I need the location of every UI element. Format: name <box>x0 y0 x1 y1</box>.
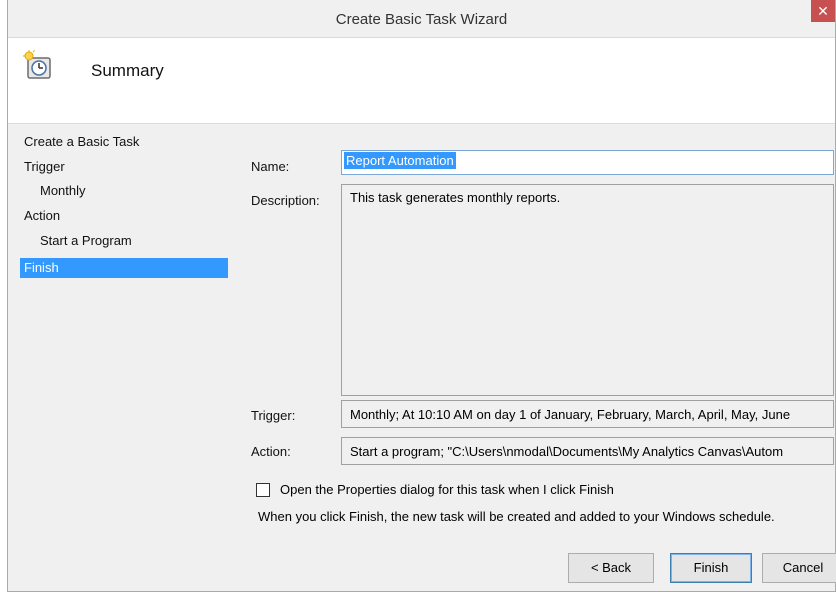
trigger-field[interactable]: Monthly; At 10:10 AM on day 1 of January… <box>341 400 834 428</box>
close-icon: ✕ <box>817 3 829 19</box>
name-field[interactable]: Report Automation <box>341 150 834 175</box>
close-button[interactable]: ✕ <box>811 0 835 22</box>
window-title: Create Basic Task Wizard <box>335 11 508 28</box>
finish-info-text: When you click Finish, the new task will… <box>258 509 775 524</box>
wizard-steps-nav: Create a Basic Task Trigger Monthly Acti… <box>8 124 238 591</box>
wizard-header: Summary <box>8 38 835 124</box>
description-field[interactable]: This task generates monthly reports. <box>341 184 834 396</box>
wizard-window: Create Basic Task Wizard ✕ Summary Creat… <box>7 0 836 592</box>
finish-button[interactable]: Finish <box>670 553 752 583</box>
description-label: Description: <box>251 193 320 208</box>
nav-step-trigger[interactable]: Trigger <box>20 157 228 177</box>
action-label: Action: <box>251 444 291 459</box>
nav-step-monthly[interactable]: Monthly <box>20 181 228 201</box>
back-button[interactable]: < Back <box>568 553 654 583</box>
nav-step-finish[interactable]: Finish <box>20 258 228 278</box>
nav-step-create-basic-task[interactable]: Create a Basic Task <box>20 132 228 152</box>
name-value: Report Automation <box>344 152 456 169</box>
cancel-button[interactable]: Cancel <box>762 553 836 583</box>
open-properties-checkbox[interactable] <box>256 483 270 497</box>
task-scheduler-clock-icon <box>23 50 51 79</box>
open-properties-label[interactable]: Open the Properties dialog for this task… <box>280 482 614 497</box>
nav-step-start-program[interactable]: Start a Program <box>20 231 228 251</box>
page-title: Summary <box>91 61 164 80</box>
title-bar: Create Basic Task Wizard ✕ <box>8 0 835 38</box>
trigger-label: Trigger: <box>251 408 296 423</box>
action-field[interactable]: Start a program; "C:\Users\nmodal\Docume… <box>341 437 834 465</box>
nav-step-action[interactable]: Action <box>20 206 228 226</box>
name-label: Name: <box>251 159 290 174</box>
